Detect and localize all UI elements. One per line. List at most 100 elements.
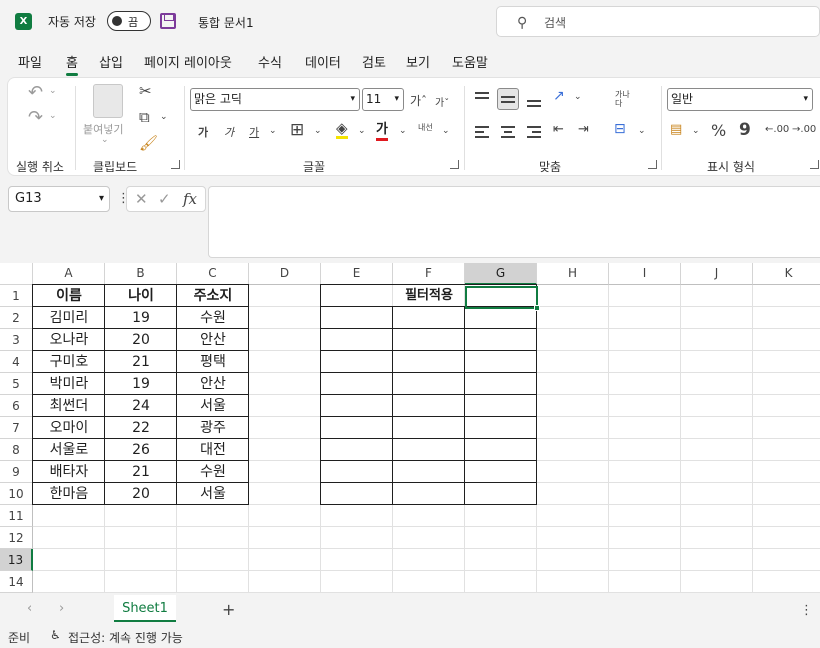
paste-icon[interactable] xyxy=(93,84,123,118)
filter-cell[interactable] xyxy=(392,306,465,329)
column-header-j[interactable]: J xyxy=(681,263,753,285)
scroll-right-icon[interactable]: › xyxy=(59,601,64,616)
tab-file[interactable]: 파일 xyxy=(18,52,42,71)
accessibility-icon[interactable]: ♿ xyxy=(50,628,61,642)
merge-center-icon[interactable]: ⊟ xyxy=(614,121,626,137)
add-sheet-button[interactable]: + xyxy=(222,600,235,619)
filter-cell[interactable] xyxy=(320,460,393,483)
row-header-14[interactable]: 14 xyxy=(0,571,33,593)
orientation-icon[interactable]: ↗ xyxy=(553,88,565,104)
chevron-down-icon[interactable]: ⌄ xyxy=(638,126,646,136)
filter-cell[interactable] xyxy=(392,372,465,395)
comma-style-button[interactable]: 9 xyxy=(739,120,751,140)
fill-handle[interactable] xyxy=(534,305,540,311)
chevron-down-icon[interactable]: ⌄ xyxy=(399,126,407,136)
tab-help[interactable]: 도움말 xyxy=(452,52,488,71)
filter-cell[interactable] xyxy=(320,394,393,417)
filter-cell[interactable] xyxy=(392,416,465,439)
chevron-down-icon[interactable]: ⌄ xyxy=(692,126,700,136)
tab-review[interactable]: 검토 xyxy=(362,52,386,71)
cut-icon[interactable]: ✂ xyxy=(139,82,152,100)
column-header-d[interactable]: D xyxy=(249,263,321,285)
row-header-4[interactable]: 4 xyxy=(0,351,33,373)
filter-cell[interactable] xyxy=(320,328,393,351)
sheet-tab-sheet1[interactable]: Sheet1 xyxy=(114,595,176,622)
wrap-text-button[interactable]: 가나다 xyxy=(615,90,633,108)
increase-indent-icon[interactable]: ⇥ xyxy=(578,122,589,137)
search-box[interactable]: ⚲ 검색 xyxy=(496,6,820,37)
copy-icon[interactable]: ⧉ xyxy=(139,108,150,126)
filter-cell[interactable] xyxy=(392,438,465,461)
redo-icon[interactable]: ↷ xyxy=(28,107,43,128)
increase-font-button[interactable]: 가ˆ xyxy=(410,92,427,109)
italic-button[interactable]: 가 xyxy=(224,124,234,140)
dialog-launcher-icon[interactable] xyxy=(810,160,819,169)
filter-cell[interactable] xyxy=(320,306,393,329)
row-header-7[interactable]: 7 xyxy=(0,417,33,439)
filter-cell[interactable] xyxy=(320,372,393,395)
formula-input[interactable] xyxy=(208,186,820,258)
row-header-1[interactable]: 1 xyxy=(0,285,33,307)
column-header-k[interactable]: K xyxy=(753,263,820,285)
column-header-a[interactable]: A xyxy=(33,263,105,285)
tab-formulas[interactable]: 수식 xyxy=(258,52,282,71)
chevron-down-icon[interactable]: ⌄ xyxy=(358,126,366,136)
decrease-indent-icon[interactable]: ⇤ xyxy=(553,122,564,137)
dialog-launcher-icon[interactable] xyxy=(648,160,657,169)
row-header-5[interactable]: 5 xyxy=(0,373,33,395)
row-header-10[interactable]: 10 xyxy=(0,483,33,505)
row-header-6[interactable]: 6 xyxy=(0,395,33,417)
chevron-down-icon[interactable]: ⌄ xyxy=(160,112,168,122)
tab-page-layout[interactable]: 페이지 레이아웃 xyxy=(144,52,232,71)
document-title[interactable]: 통합 문서1 xyxy=(198,14,254,31)
row-header-8[interactable]: 8 xyxy=(0,439,33,461)
fill-color-icon[interactable]: ◈ xyxy=(336,120,348,139)
filter-cell[interactable] xyxy=(464,372,537,395)
column-header-g[interactable]: G xyxy=(465,263,537,285)
underline-button[interactable]: 가 xyxy=(249,124,259,140)
row-header-13[interactable]: 13 xyxy=(0,549,33,571)
save-icon[interactable] xyxy=(160,13,176,29)
filter-cell[interactable] xyxy=(464,460,537,483)
tab-view[interactable]: 보기 xyxy=(406,52,430,71)
filter-cell[interactable] xyxy=(464,350,537,373)
decrease-font-button[interactable]: 가ˇ xyxy=(435,94,449,109)
format-painter-icon[interactable]: 🖌 xyxy=(139,134,158,152)
filter-cell[interactable] xyxy=(392,394,465,417)
filter-cell[interactable] xyxy=(320,350,393,373)
column-header-e[interactable]: E xyxy=(321,263,393,285)
name-box[interactable]: G13 ▾ xyxy=(8,186,110,212)
font-name-select[interactable]: 맑은 고딕 ▾ xyxy=(190,88,360,111)
filter-cell[interactable] xyxy=(392,460,465,483)
font-color-button[interactable]: 가 xyxy=(376,122,388,141)
font-size-select[interactable]: 11 ▾ xyxy=(362,88,404,111)
row-header-3[interactable]: 3 xyxy=(0,329,33,351)
filter-cell[interactable] xyxy=(320,416,393,439)
row-header-9[interactable]: 9 xyxy=(0,461,33,483)
accounting-format-icon[interactable]: ▤ xyxy=(670,122,682,137)
filter-cell[interactable] xyxy=(464,306,537,329)
more-options-icon[interactable]: ⋮ xyxy=(800,603,813,618)
phonetic-guide-button[interactable]: 내선 xyxy=(418,122,433,133)
column-header-c[interactable]: C xyxy=(177,263,249,285)
bold-button[interactable]: 가 xyxy=(198,124,208,140)
increase-decimal-button[interactable]: ←.00 xyxy=(765,124,789,135)
border-icon[interactable]: ⊞ xyxy=(290,120,304,140)
cancel-icon[interactable]: ✕ xyxy=(135,190,148,208)
autosave-toggle[interactable]: 끔 xyxy=(107,11,151,31)
filter-cell[interactable] xyxy=(320,438,393,461)
filter-cell[interactable] xyxy=(464,394,537,417)
row-header-11[interactable]: 11 xyxy=(0,505,33,527)
filter-cell[interactable] xyxy=(464,438,537,461)
tab-home[interactable]: 홈 xyxy=(66,52,78,76)
accessibility-status[interactable]: 접근성: 계속 진행 가능 xyxy=(68,629,183,646)
chevron-down-icon[interactable]: ⌄ xyxy=(442,126,450,136)
filter-cell[interactable] xyxy=(320,482,393,505)
column-header-i[interactable]: I xyxy=(609,263,681,285)
percent-style-button[interactable]: % xyxy=(711,121,726,140)
worksheet-grid[interactable]: ABCDEFGHIJK 1 2 3 4 5 6 7 8 9 10 11 12 13 14 이름 나이 주소지 김… xyxy=(0,263,820,593)
filter-cell[interactable] xyxy=(392,350,465,373)
dialog-launcher-icon[interactable] xyxy=(450,160,459,169)
filter-cell[interactable] xyxy=(464,328,537,351)
enter-icon[interactable]: ✓ xyxy=(158,190,171,208)
